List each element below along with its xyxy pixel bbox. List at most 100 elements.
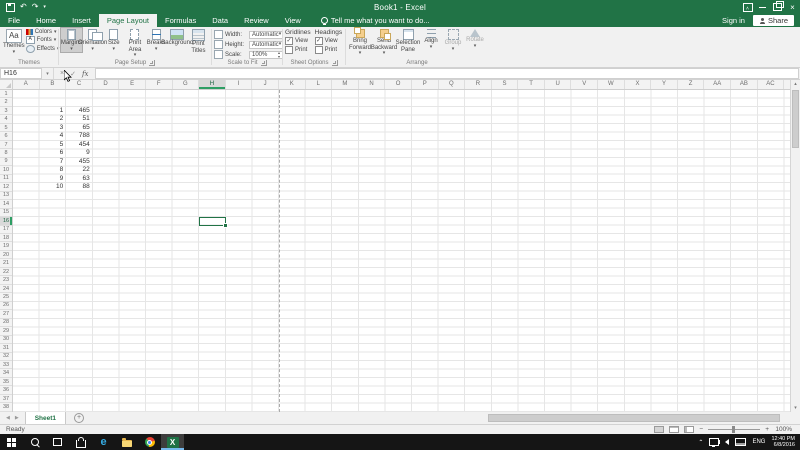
row-header-31[interactable]: 31 — [0, 344, 12, 352]
tab-review[interactable]: Review — [236, 14, 277, 27]
button-selection-pane[interactable]: Selection Pane — [396, 28, 420, 53]
dialog-launcher-icon[interactable] — [332, 60, 338, 66]
cell-C7[interactable]: 454 — [66, 141, 90, 149]
next-sheet-icon[interactable]: ▶ — [15, 415, 19, 421]
volume-icon[interactable] — [725, 439, 729, 445]
row-header-6[interactable]: 6 — [0, 132, 12, 140]
row-header-2[interactable]: 2 — [0, 98, 12, 106]
normal-view-button[interactable] — [654, 426, 664, 433]
spinner-icon[interactable]: ▴▾ — [278, 51, 280, 58]
button-print-titles[interactable]: Print Titles — [188, 28, 209, 54]
column-header-AA[interactable]: AA — [704, 80, 731, 89]
redo-icon[interactable]: ↷ — [32, 3, 39, 11]
button-send-backward[interactable]: Send Backward▾ — [372, 28, 396, 56]
row-header-25[interactable]: 25 — [0, 293, 12, 301]
row-header-20[interactable]: 20 — [0, 251, 12, 259]
row-header-4[interactable]: 4 — [0, 115, 12, 123]
row-header-14[interactable]: 14 — [0, 200, 12, 208]
tray-chevron-icon[interactable]: ⌃ — [698, 439, 703, 446]
column-header-P[interactable]: P — [412, 80, 439, 89]
column-header-K[interactable]: K — [279, 80, 306, 89]
checkbox-icon[interactable]: ✓ — [315, 37, 323, 45]
zoom-out-icon[interactable]: − — [699, 426, 703, 433]
row-header-12[interactable]: 12 — [0, 183, 12, 191]
name-box-dropdown-icon[interactable]: ▾ — [42, 68, 54, 79]
column-header-I[interactable]: I — [226, 80, 253, 89]
sheet-tab-sheet1[interactable]: Sheet1 — [25, 412, 66, 424]
column-header-H[interactable]: H — [199, 80, 226, 89]
cell-B3[interactable]: 1 — [40, 107, 64, 115]
column-header-X[interactable]: X — [625, 80, 652, 89]
checkbox-headings-print[interactable]: Print — [315, 46, 342, 54]
close-button[interactable]: × — [785, 0, 800, 14]
effects-button[interactable]: Effects▾ — [26, 45, 60, 53]
row-header-7[interactable]: 7 — [0, 141, 12, 149]
edge-button[interactable]: e — [92, 434, 115, 450]
column-header-AB[interactable]: AB — [731, 80, 758, 89]
cell-grid[interactable]: 1465251365478854546974558229631088 — [13, 90, 790, 412]
cell-B6[interactable]: 4 — [40, 132, 64, 140]
row-header-10[interactable]: 10 — [0, 166, 12, 174]
row-header-15[interactable]: 15 — [0, 209, 12, 217]
tell-me-box[interactable]: Tell me what you want to do... — [321, 14, 430, 27]
row-header-16[interactable]: 16 — [0, 217, 12, 225]
row-header-17[interactable]: 17 — [0, 226, 12, 234]
cell-C12[interactable]: 88 — [66, 183, 90, 191]
scale-stepper[interactable]: 100%▴▾ — [249, 51, 283, 59]
cell-C11[interactable]: 63 — [66, 175, 90, 183]
row-header-1[interactable]: 1 — [0, 90, 12, 98]
column-header-G[interactable]: G — [173, 80, 200, 89]
start-button[interactable] — [0, 434, 23, 450]
column-header-R[interactable]: R — [465, 80, 492, 89]
cell-C4[interactable]: 51 — [66, 115, 90, 123]
column-header-M[interactable]: M — [332, 80, 359, 89]
checkbox-icon[interactable] — [315, 46, 323, 54]
tab-file[interactable]: File — [0, 14, 28, 27]
column-header-V[interactable]: V — [571, 80, 598, 89]
column-header-N[interactable]: N — [359, 80, 386, 89]
prev-sheet-icon[interactable]: ◀ — [6, 415, 10, 421]
cell-B10[interactable]: 8 — [40, 166, 64, 174]
cell-B4[interactable]: 2 — [40, 115, 64, 123]
themes-button[interactable]: Aa Themes ▾ — [2, 28, 26, 55]
row-header-9[interactable]: 9 — [0, 158, 12, 166]
vertical-scroll-thumb[interactable] — [792, 90, 799, 148]
row-header-30[interactable]: 30 — [0, 336, 12, 344]
button-orientation[interactable]: Orientation▾ — [82, 28, 103, 52]
file-explorer-button[interactable] — [115, 434, 138, 450]
touch-keyboard-icon[interactable] — [735, 438, 746, 446]
insert-function-icon[interactable]: fx — [82, 70, 89, 78]
button-size[interactable]: Size▾ — [103, 28, 124, 52]
row-header-28[interactable]: 28 — [0, 319, 12, 327]
row-header-19[interactable]: 19 — [0, 242, 12, 250]
cell-B11[interactable]: 9 — [40, 175, 64, 183]
column-header-S[interactable]: S — [492, 80, 519, 89]
zoom-slider-thumb[interactable] — [732, 426, 735, 433]
language-indicator[interactable]: ENG — [752, 439, 765, 445]
column-header-AC[interactable]: AC — [758, 80, 785, 89]
qat-dropdown-icon[interactable]: ▾ — [43, 3, 46, 11]
ribbon-display-options-button[interactable]: ˄ — [740, 0, 755, 14]
column-header-O[interactable]: O — [385, 80, 412, 89]
height-dropdown[interactable]: Automatic▾ — [249, 41, 283, 49]
column-header-A[interactable]: A — [13, 80, 40, 89]
tab-home[interactable]: Home — [28, 14, 64, 27]
row-header-8[interactable]: 8 — [0, 149, 12, 157]
restore-button[interactable] — [770, 0, 785, 14]
row-header-24[interactable]: 24 — [0, 285, 12, 293]
chrome-button[interactable] — [138, 434, 161, 450]
scroll-down-icon[interactable]: ▾ — [791, 405, 800, 411]
tab-formulas[interactable]: Formulas — [157, 14, 204, 27]
zoom-in-icon[interactable]: + — [765, 426, 769, 433]
row-header-21[interactable]: 21 — [0, 259, 12, 267]
store-button[interactable] — [69, 434, 92, 450]
share-button[interactable]: Share — [753, 15, 794, 26]
button-background[interactable]: Background — [167, 28, 188, 47]
row-header-32[interactable]: 32 — [0, 353, 12, 361]
cell-C3[interactable]: 465 — [66, 107, 90, 115]
colors-button[interactable]: Colors▾ — [26, 29, 60, 35]
row-header-5[interactable]: 5 — [0, 124, 12, 132]
zoom-level[interactable]: 100% — [774, 426, 792, 433]
button-print-area[interactable]: Print Area▾ — [124, 28, 145, 58]
clock[interactable]: 12:40 PM 6/8/2016 — [771, 436, 795, 449]
